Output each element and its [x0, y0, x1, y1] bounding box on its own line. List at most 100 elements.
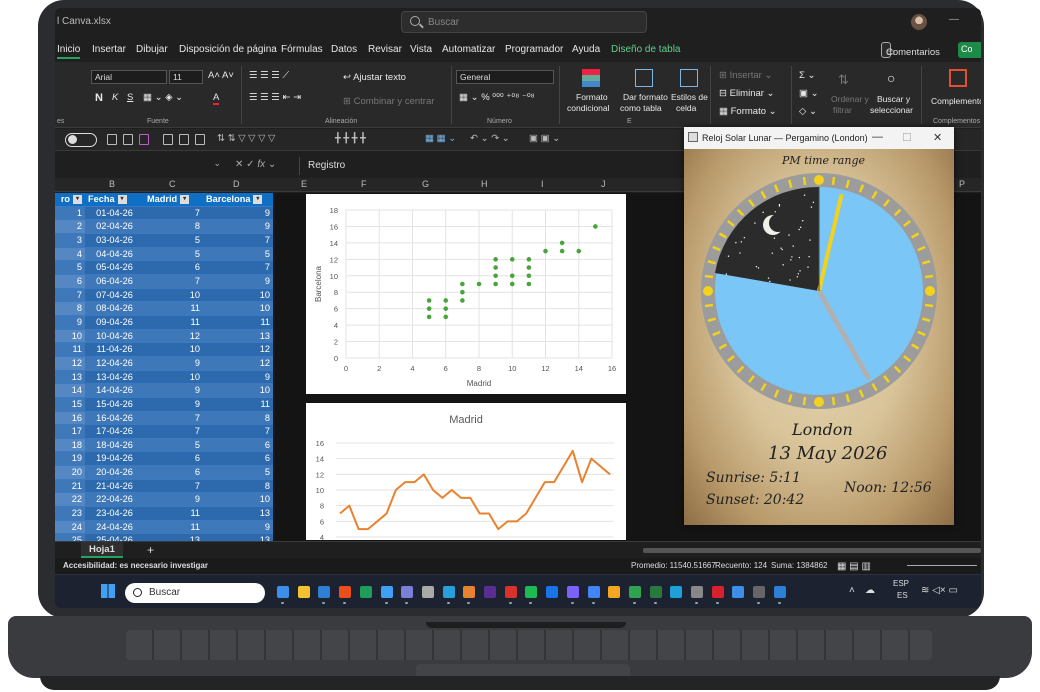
table-cell[interactable]: 5 [144, 438, 203, 452]
table-cell[interactable]: 7 [144, 479, 203, 493]
table-cell[interactable]: 7 [203, 261, 273, 275]
taskbar-app-icon[interactable] [463, 586, 475, 598]
table-cell[interactable]: 1 [55, 206, 85, 220]
table-cell[interactable]: 6 [55, 274, 85, 288]
copy-icon[interactable] [179, 134, 189, 145]
windows-start-icon[interactable] [101, 584, 115, 598]
tab-datos[interactable]: Datos [331, 44, 357, 55]
filter-dropdown-icon[interactable]: ▾ [253, 195, 262, 204]
col-c[interactable]: C [169, 179, 176, 189]
table-cell[interactable]: 11 [203, 315, 273, 329]
table-cell[interactable]: 10 [203, 302, 273, 316]
taskbar-app-icon[interactable] [360, 586, 372, 598]
table-cell[interactable]: 4 [55, 247, 85, 261]
filter-dropdown-icon[interactable]: ▾ [73, 195, 82, 204]
table-cell[interactable]: 10 [144, 370, 203, 384]
tab-automatizar[interactable]: Automatizar [442, 44, 495, 55]
table-cell[interactable]: 12-04-26 [85, 356, 144, 370]
table-cell[interactable]: 9 [203, 370, 273, 384]
cell-styles-button[interactable]: Estilos de [671, 92, 708, 102]
header-cell-madrid[interactable]: Madrid ▾ [144, 193, 203, 206]
table-cell[interactable]: 5 [203, 466, 273, 480]
sheet-tab-hoja1[interactable]: Hoja1 [81, 542, 123, 558]
font-name-select[interactable]: Arial [91, 70, 167, 84]
table-cell[interactable]: 9 [203, 274, 273, 288]
col-b[interactable]: B [109, 179, 115, 189]
table-cell[interactable]: 20-04-26 [85, 466, 144, 480]
table-cell[interactable]: 8 [55, 302, 85, 316]
cloud-icon[interactable]: ☁ [865, 585, 875, 596]
table-cell[interactable]: 6 [144, 261, 203, 275]
sort-filter-button[interactable]: Ordenar y [831, 94, 869, 104]
table-cell[interactable]: 11-04-26 [85, 343, 144, 357]
table-cell[interactable]: 19 [55, 452, 85, 466]
taskbar-app-icon[interactable] [691, 586, 703, 598]
table-cell[interactable]: 21 [55, 479, 85, 493]
header-cell-barcelona[interactable]: Barcelona ▾ [203, 193, 273, 206]
align-left-icon[interactable]: ☰ ☰ ☰ ⇤ ⇥ [249, 92, 301, 103]
table-cell[interactable]: 09-04-26 [85, 315, 144, 329]
table-cell[interactable]: 9 [144, 384, 203, 398]
addins-button[interactable]: Complementos [931, 96, 981, 106]
table-cell[interactable]: 11 [55, 343, 85, 357]
italic-button[interactable]: K [112, 92, 118, 103]
table-cell[interactable]: 7 [144, 206, 203, 220]
clear-icon[interactable]: ◇ ⌄ [799, 106, 817, 117]
table-cell[interactable]: 3 [55, 233, 85, 247]
minimize-button[interactable]: — [872, 131, 883, 143]
undo-icon[interactable]: ↶ ⌄ ↷ ⌄ [470, 133, 510, 144]
table-cell[interactable]: 04-04-26 [85, 247, 144, 261]
sundial-window[interactable]: Reloj Solar Lunar — Pergamino (London) —… [684, 127, 954, 525]
new-file-icon[interactable] [107, 134, 117, 145]
table-cell[interactable]: 15 [55, 397, 85, 411]
table-cell[interactable]: 9 [144, 397, 203, 411]
table-cell[interactable]: 13 [203, 507, 273, 521]
taskbar-app-icon[interactable] [318, 586, 330, 598]
header-cell-id[interactable]: ro ▾ [55, 193, 85, 206]
table-cell[interactable]: 8 [203, 479, 273, 493]
table-cell[interactable]: 10-04-26 [85, 329, 144, 343]
horizontal-scrollbar[interactable] [643, 548, 981, 553]
table-cell[interactable]: 08-04-26 [85, 302, 144, 316]
table-cell[interactable]: 5 [203, 247, 273, 261]
find-select-button[interactable]: Buscar y [877, 94, 910, 104]
merge-center-button[interactable]: ⊞ Combinar y centrar [343, 96, 434, 107]
taskbar-app-icon[interactable] [277, 586, 289, 598]
col-d[interactable]: D [233, 179, 240, 189]
tab-dibujar[interactable]: Dibujar [136, 44, 168, 55]
autosum-icon[interactable]: Σ ⌄ [799, 70, 815, 81]
table-cell[interactable]: 11 [144, 302, 203, 316]
table-cell[interactable]: 2 [55, 220, 85, 234]
close-button[interactable]: ✕ [933, 131, 942, 144]
taskbar-app-icon[interactable] [629, 586, 641, 598]
table-cell[interactable]: 5 [144, 233, 203, 247]
save-icon[interactable] [139, 134, 149, 145]
table-cell[interactable]: 20 [55, 466, 85, 480]
taskbar-app-icon[interactable] [505, 586, 517, 598]
col-g[interactable]: G [422, 179, 429, 189]
comments-button[interactable]: ▭ Comentarios [881, 42, 891, 58]
currency-icon[interactable]: ▦ ⌄ % ⁰⁰⁰ ⁺⁰⁸ ⁻⁰⁸ [459, 92, 535, 103]
table-cell[interactable]: 10 [203, 493, 273, 507]
tab-programador[interactable]: Programador [505, 44, 563, 55]
line-chart[interactable]: Madrid 4 6 8 10 12 14 16 [306, 403, 626, 540]
number-format-select[interactable]: General [456, 70, 554, 84]
open-icon[interactable] [123, 134, 133, 145]
underline-button[interactable]: S [127, 92, 133, 103]
taskbar-app-icon[interactable] [339, 586, 351, 598]
borders-icon[interactable]: ▦ ⌄ ◈ ⌄ [143, 92, 183, 103]
taskbar-app-icon[interactable] [525, 586, 537, 598]
table-cell[interactable]: 12 [55, 356, 85, 370]
font-size-select[interactable]: 11 [169, 70, 203, 84]
table-cell[interactable]: 13-04-26 [85, 370, 144, 384]
col-h[interactable]: H [481, 179, 488, 189]
table-cell[interactable]: 15-04-26 [85, 397, 144, 411]
table-cell[interactable]: 10 [55, 329, 85, 343]
table-cell[interactable]: 9 [144, 493, 203, 507]
tab-vista[interactable]: Vista [410, 44, 432, 55]
table-cell[interactable]: 24 [55, 520, 85, 534]
taskbar-app-icon[interactable] [443, 586, 455, 598]
table-cell[interactable]: 9 [203, 220, 273, 234]
table-cell[interactable]: 03-04-26 [85, 233, 144, 247]
grow-font-icon[interactable]: A˄ A˅ [208, 70, 234, 81]
